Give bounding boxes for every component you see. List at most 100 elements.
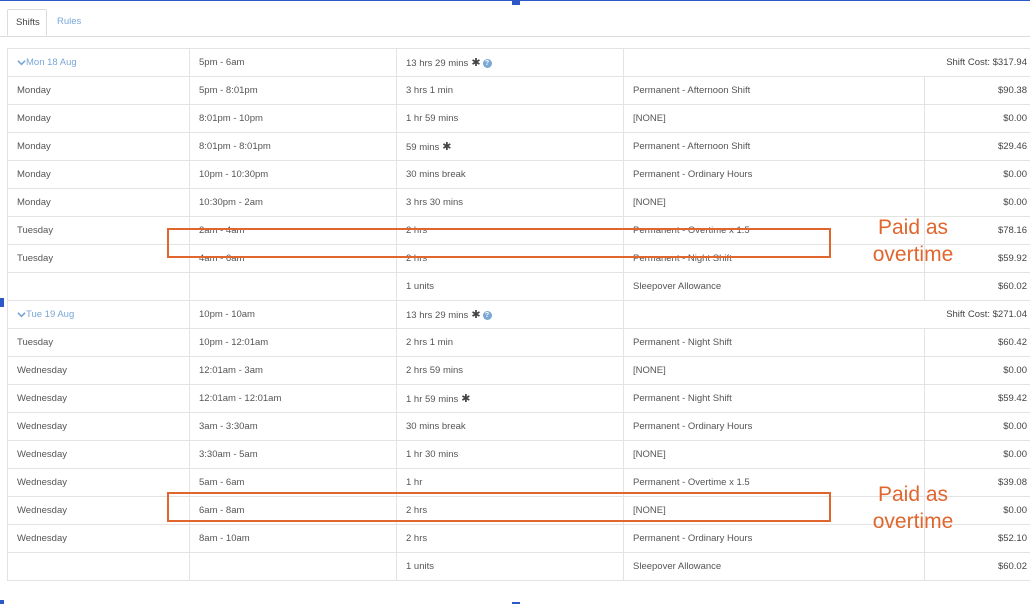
chevron-down-icon	[17, 58, 26, 66]
row-duration-text: 3 hrs 30 mins	[406, 197, 464, 208]
row-time-range: 3am - 3:30am	[189, 412, 397, 441]
row-pay-type: [NONE]	[623, 104, 925, 133]
row-amount: $60.42	[924, 328, 1030, 357]
row-time-range: 5pm - 8:01pm	[189, 76, 397, 105]
row-duration-text: 30 mins break	[406, 421, 466, 432]
table-row: Monday 8:01pm - 8:01pm 59 mins ✱ Permanent -…	[7, 132, 1030, 161]
table-row: Monday 10pm - 10:30pm 30 mins break Permane…	[7, 160, 1030, 189]
table-row: Wednesday 3:30am - 5am 1 hr 30 mins [NONE] $…	[7, 440, 1030, 469]
row-duration-text: 2 hrs 59 mins	[406, 365, 464, 376]
table-row: Wednesday 12:01am - 3am 2 hrs 59 mins [NONE…	[7, 356, 1030, 385]
row-pay-type: Permanent - Night Shift	[623, 328, 925, 357]
annotation-line: Paid as	[877, 216, 949, 239]
row-amount: $59.42	[924, 384, 1030, 413]
row-day: Wednesday	[7, 496, 190, 525]
row-amount: $0.00	[924, 160, 1030, 189]
row-pay-type: [NONE]	[623, 356, 925, 385]
row-duration: 59 mins ✱	[396, 132, 624, 161]
annotation-line: Paid as	[877, 483, 949, 506]
shift-duration: 13 hrs 29 mins ✱?	[396, 48, 624, 77]
shift-group-header[interactable]: Mon 18 Aug 5pm - 6am 13 hrs 29 mins ✱? Shift…	[7, 48, 1030, 77]
row-time-range: 8:01pm - 8:01pm	[189, 132, 397, 161]
row-duration-text: 1 hr 59 mins	[406, 113, 459, 124]
shift-date: Mon 18 Aug	[26, 57, 77, 68]
row-time-range	[189, 552, 397, 581]
shift-time-range: 10pm - 10am	[189, 300, 397, 329]
row-time-range: 12:01am - 3am	[189, 356, 397, 385]
shift-date-toggle[interactable]: Tue 19 Aug	[7, 300, 190, 329]
row-pay-type: Sleepover Allowance	[623, 272, 925, 301]
row-pay-type: Permanent - Afternoon Shift	[623, 76, 925, 105]
selection-handle	[512, 0, 520, 5]
shift-date-toggle[interactable]: Mon 18 Aug	[7, 48, 190, 77]
row-day: Monday	[7, 188, 190, 217]
row-duration-text: 1 hr	[406, 477, 423, 488]
row-day: Monday	[7, 160, 190, 189]
help-circle-icon[interactable]: ?	[482, 311, 492, 320]
selection-handle	[0, 600, 4, 604]
row-duration: 2 hrs 1 min	[396, 328, 624, 357]
row-day: Wednesday	[7, 440, 190, 469]
overtime-highlight-box	[167, 492, 831, 522]
shift-cost-total: Shift Cost: $271.04	[623, 300, 1030, 329]
row-amount: $0.00	[924, 412, 1030, 441]
table-row: Wednesday 12:01am - 12:01am 1 hr 59 mins ✱ P…	[7, 384, 1030, 413]
table-row: Monday 8:01pm - 10pm 1 hr 59 mins [NONE] $0.…	[7, 104, 1030, 133]
row-duration-text: 30 mins break	[406, 169, 466, 180]
asterisk-icon: ✱	[471, 309, 481, 321]
table-row: Monday 5pm - 8:01pm 3 hrs 1 min Permanent -…	[7, 76, 1030, 105]
row-amount: $29.46	[924, 132, 1030, 161]
row-duration: 1 units	[396, 552, 624, 581]
row-duration: 1 hr 59 mins ✱	[396, 384, 624, 413]
row-duration: 30 mins break	[396, 160, 624, 189]
row-duration: 2 hrs	[396, 524, 624, 553]
row-duration: 3 hrs 1 min	[396, 76, 624, 105]
row-pay-type: Permanent - Ordinary Hours	[623, 412, 925, 441]
chevron-down-icon	[17, 310, 26, 318]
row-duration-text: 1 hr 59 mins	[406, 394, 459, 405]
shift-date: Tue 19 Aug	[26, 309, 75, 320]
row-duration-text: 2 hrs	[406, 533, 428, 544]
row-day: Tuesday	[7, 244, 190, 273]
row-time-range: 10pm - 12:01am	[189, 328, 397, 357]
row-duration-text: 1 units	[406, 561, 434, 572]
overtime-annotation: Paid as overtime	[858, 481, 968, 535]
row-amount: $0.00	[924, 188, 1030, 217]
row-day: Tuesday	[7, 328, 190, 357]
row-day: Monday	[7, 76, 190, 105]
row-duration-text: 2 hrs 1 min	[406, 337, 453, 348]
row-amount: $60.02	[924, 552, 1030, 581]
row-duration-text: 59 mins	[406, 142, 440, 153]
row-day: Monday	[7, 132, 190, 161]
row-day	[7, 272, 190, 301]
row-pay-type: Permanent - Night Shift	[623, 384, 925, 413]
tab-rules[interactable]: Rules	[49, 9, 89, 36]
table-row: 1 units Sleepover Allowance $60.02	[7, 552, 1030, 581]
row-pay-type: Permanent - Ordinary Hours	[623, 160, 925, 189]
row-pay-type: [NONE]	[623, 188, 925, 217]
selection-handle	[0, 298, 4, 307]
table-row: Wednesday 3am - 3:30am 30 mins break Perman…	[7, 412, 1030, 441]
tab-shifts[interactable]: Shifts	[7, 9, 47, 36]
shift-group-header[interactable]: Tue 19 Aug 10pm - 10am 13 hrs 29 mins ✱? Shi…	[7, 300, 1030, 329]
row-day	[7, 552, 190, 581]
row-time-range	[189, 272, 397, 301]
table-row: 1 units Sleepover Allowance $60.02	[7, 272, 1030, 301]
row-day: Wednesday	[7, 356, 190, 385]
row-duration-text: 3 hrs 1 min	[406, 85, 453, 96]
annotation-line: overtime	[872, 243, 954, 266]
row-time-range: 10pm - 10:30pm	[189, 160, 397, 189]
row-duration: 2 hrs 59 mins	[396, 356, 624, 385]
row-amount: $0.00	[924, 104, 1030, 133]
row-amount: $0.00	[924, 440, 1030, 469]
shift-duration: 13 hrs 29 mins ✱?	[396, 300, 624, 329]
help-circle-icon[interactable]: ?	[482, 59, 492, 68]
asterisk-icon: ✱	[442, 141, 452, 153]
row-duration-text: 1 hr 30 mins	[406, 449, 459, 460]
shift-time-range: 5pm - 6am	[189, 48, 397, 77]
row-duration: 30 mins break	[396, 412, 624, 441]
row-time-range: 3:30am - 5am	[189, 440, 397, 469]
row-day: Wednesday	[7, 524, 190, 553]
overtime-highlight-box	[167, 228, 831, 258]
row-pay-type: Sleepover Allowance	[623, 552, 925, 581]
